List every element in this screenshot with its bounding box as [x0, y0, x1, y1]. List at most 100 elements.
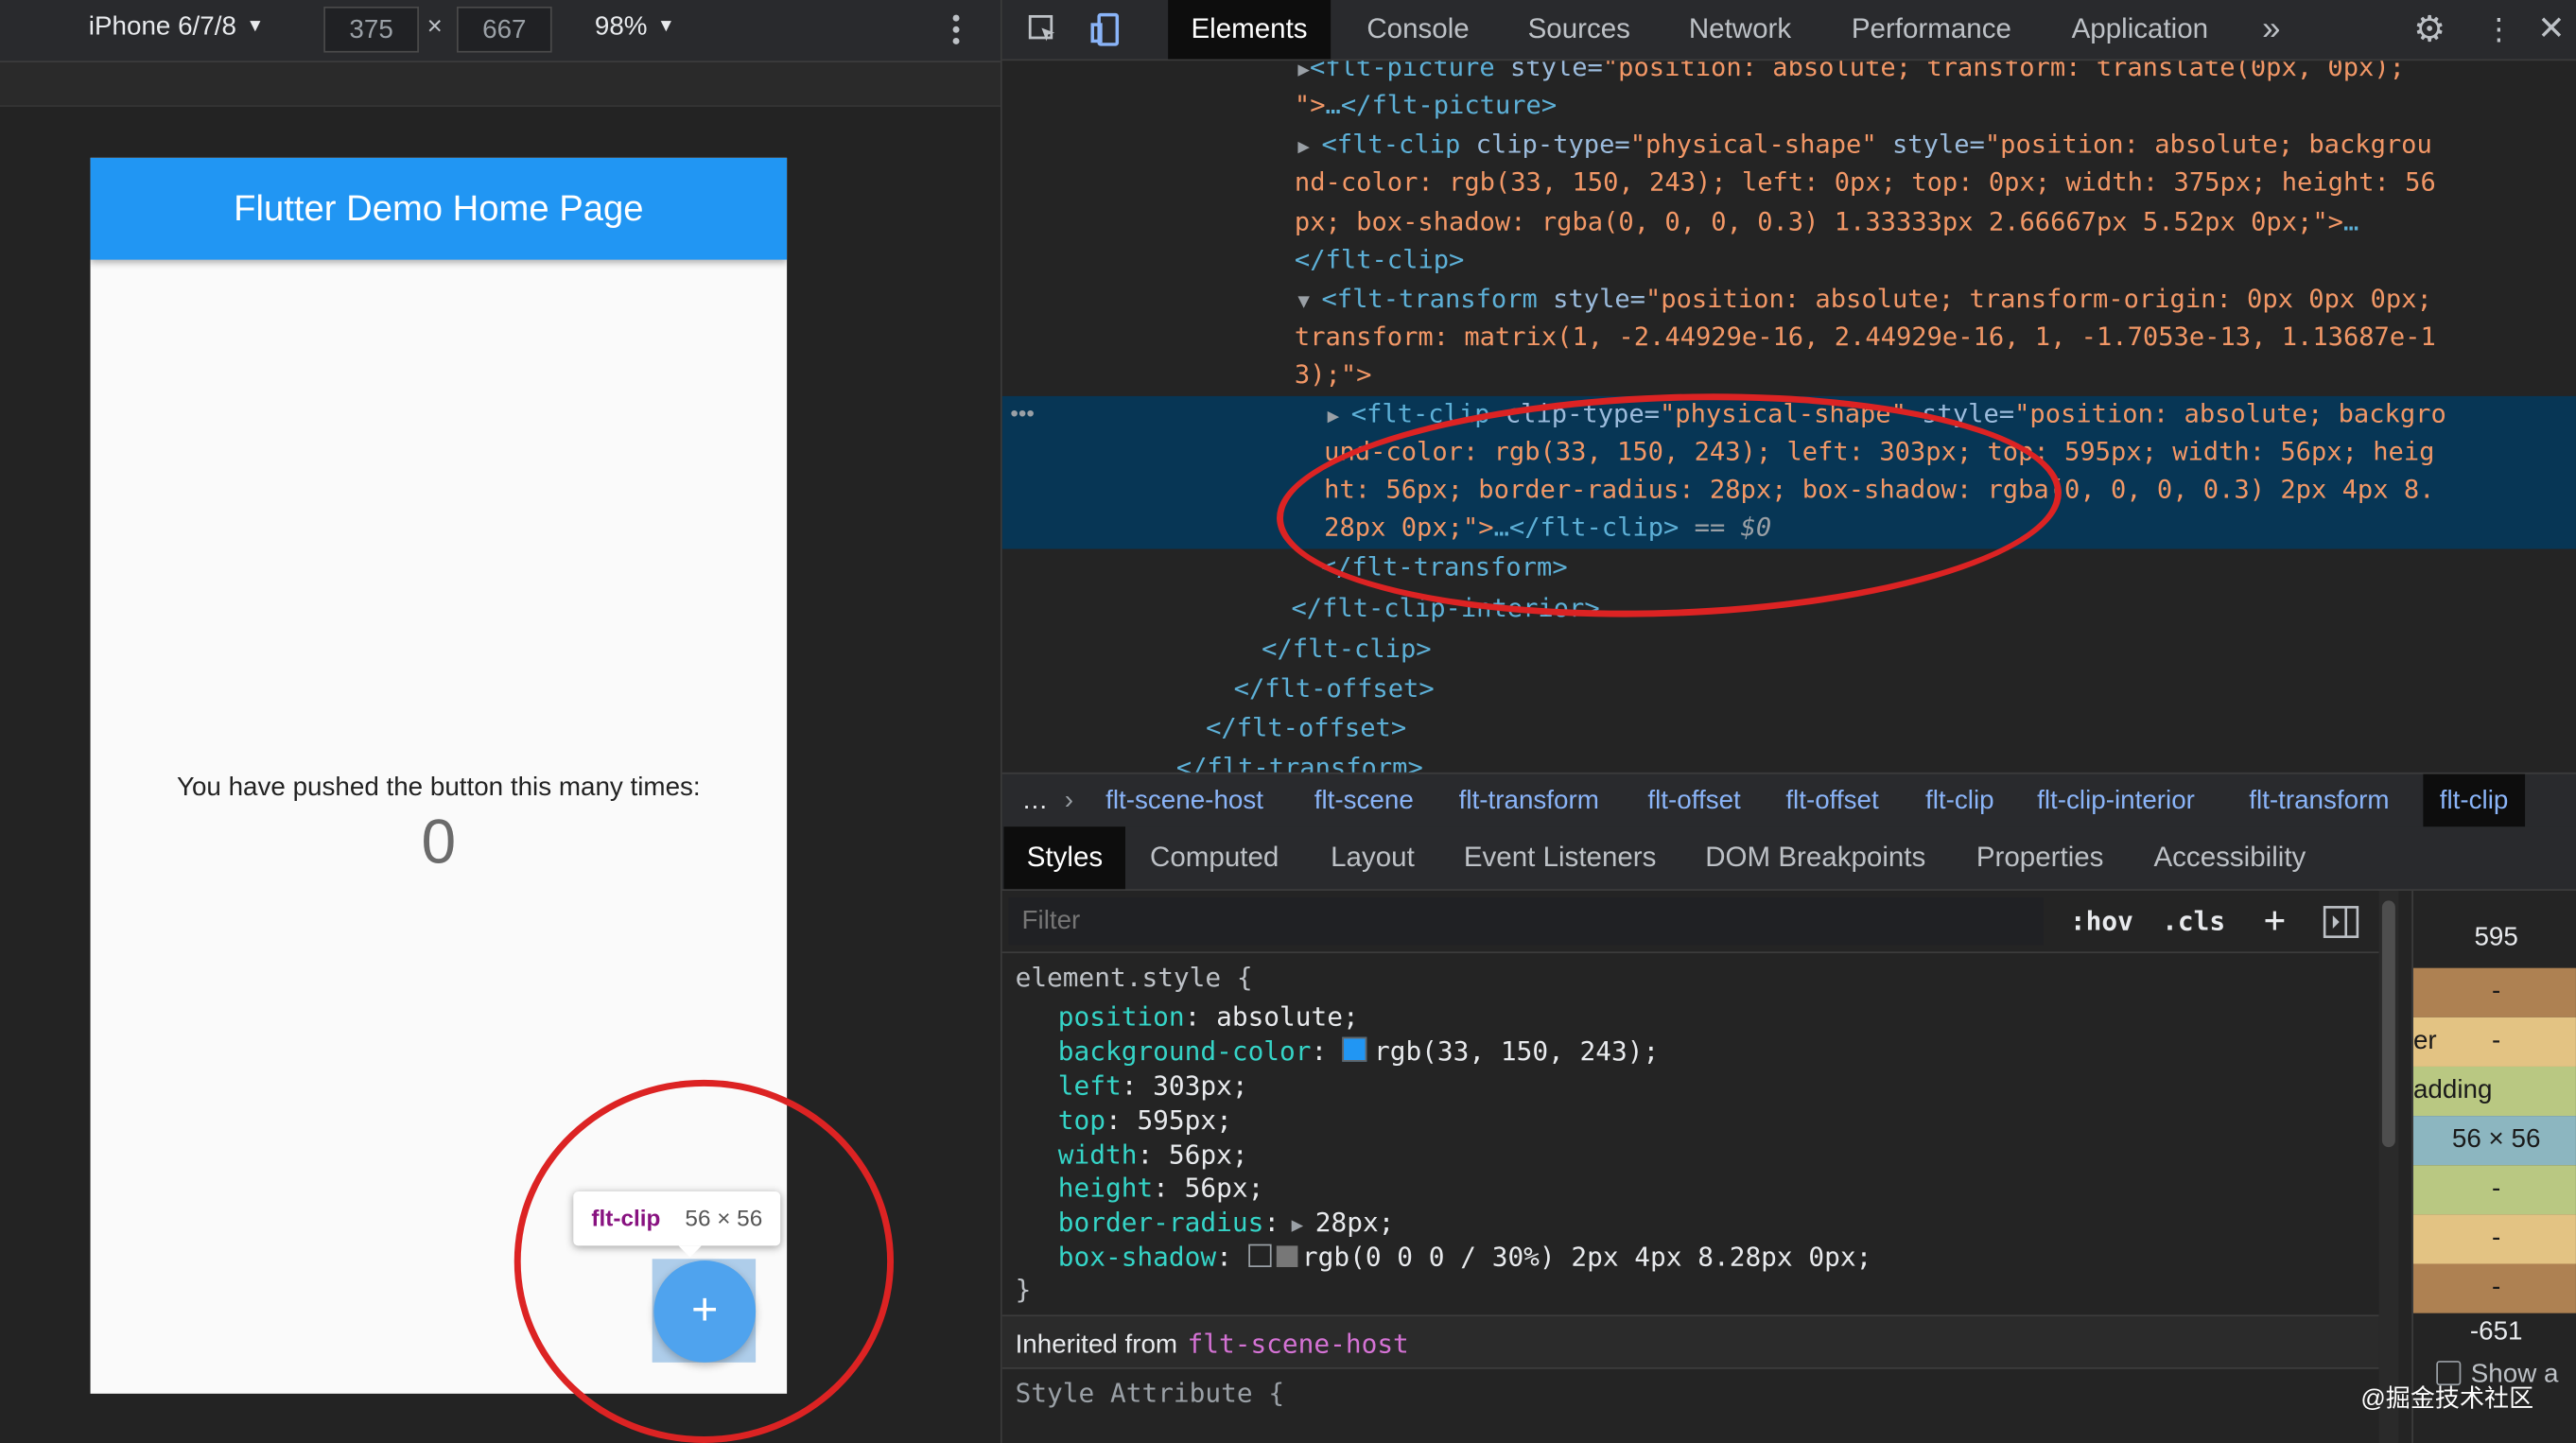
styles-pane: element.style { position: absolute; back… — [1001, 953, 2379, 1443]
settings-gear-icon[interactable]: ⚙ — [2405, 0, 2454, 60]
style-prop-border-radius[interactable]: border-radius: ▶ 28px; — [1058, 1205, 1395, 1243]
node-flt-transform-cont: transform: matrix(1, -2.44929e-16, 2.449… — [1294, 322, 2436, 352]
style-close-brace: } — [1015, 1273, 1032, 1305]
box-model-border-bottom[interactable]: - — [2412, 1214, 2576, 1264]
style-prop-width[interactable]: width: 56px; — [1058, 1138, 1248, 1172]
style-prop-top[interactable]: top: 595px; — [1058, 1103, 1232, 1137]
breadcrumb-more[interactable]: … — [1022, 774, 1049, 828]
app-bar-title: Flutter Demo Home Page — [234, 187, 644, 229]
device-toolbar-icon[interactable] — [1081, 0, 1130, 60]
box-model-top: 595 — [2474, 923, 2518, 952]
zoom-select[interactable]: 98% ▼ — [595, 13, 675, 43]
breadcrumb-sep: › — [1064, 787, 1073, 816]
box-model-content[interactable]: 56 × 56 — [2412, 1116, 2576, 1166]
styles-filter-input[interactable] — [1008, 896, 2045, 946]
breadcrumb-item[interactable]: flt-offset — [1647, 774, 1740, 828]
breadcrumb-item[interactable]: flt-transform — [1459, 774, 1599, 828]
counter-value: 0 — [421, 808, 457, 878]
color-swatch-icon[interactable] — [1342, 1036, 1368, 1062]
tab-event-listeners[interactable]: Event Listeners — [1464, 826, 1657, 889]
tab-sources[interactable]: Sources — [1528, 0, 1630, 60]
new-style-rule-button[interactable]: + — [2264, 891, 2286, 951]
styles-toolbar: :hov .cls + — [1001, 890, 2379, 954]
width-input[interactable]: 375 — [323, 6, 419, 53]
close-icon[interactable]: ✕ — [2527, 0, 2576, 60]
box-model-padding-bottom[interactable]: - — [2412, 1165, 2576, 1215]
node-actions-ellipsis-icon[interactable]: ••• — [1010, 399, 1035, 426]
breadcrumb-item[interactable]: flt-offset — [1785, 774, 1878, 828]
node-close-flt-offset-2: </flt-offset> — [1206, 713, 1407, 743]
node-flt-transform-cont2: 3);"> — [1294, 359, 1372, 390]
annotation-circle-fab — [513, 1079, 895, 1443]
counter-label: You have pushed the button this many tim… — [176, 774, 701, 803]
style-prop-background-color[interactable]: background-color: rgb(33, 150, 243); — [1058, 1034, 1659, 1068]
device-toolbar: iPhone 6/7/8 ▼ 375 × 667 98% ▼ — [0, 0, 1001, 63]
tab-styles[interactable]: Styles — [1003, 826, 1126, 890]
expand-triangle-icon[interactable]: ▶ — [1297, 61, 1310, 80]
class-toggle[interactable]: .cls — [2162, 891, 2225, 951]
color-swatch-icon[interactable] — [1276, 1245, 1297, 1267]
box-model-margin[interactable]: - — [2412, 967, 2576, 1017]
zoom-value: 98% — [594, 12, 648, 42]
tab-accessibility[interactable]: Accessibility — [2153, 826, 2306, 889]
node-close-flt-offset-1: </flt-offset> — [1233, 673, 1435, 704]
tab-properties[interactable]: Properties — [1976, 826, 2104, 889]
more-options-icon[interactable] — [945, 9, 967, 49]
box-model-diagram: 595 - er - adding 56 × 56 - - - -651 Show… — [2411, 890, 2576, 1443]
tab-console[interactable]: Console — [1366, 0, 1469, 60]
times-sign: × — [426, 12, 443, 42]
inherited-header: Inherited from flt-scene-host — [1001, 1314, 2379, 1369]
hover-state-toggle[interactable]: :hov — [2070, 891, 2133, 951]
breadcrumb-item[interactable]: flt-transform — [2249, 774, 2389, 828]
node-flt-picture[interactable]: ▶<flt-picture style="position: absolute;… — [1297, 61, 2405, 89]
node-flt-picture-cont: ">…</flt-picture> — [1294, 90, 1558, 120]
tab-performance[interactable]: Performance — [1852, 0, 2011, 60]
watermark-text: @掘金技术社区 — [2360, 1385, 2534, 1414]
toggle-sidebar-icon[interactable] — [2323, 891, 2359, 951]
box-model-border[interactable]: er - — [2412, 1017, 2576, 1067]
tab-elements[interactable]: Elements — [1168, 0, 1331, 60]
breadcrumb-item-active[interactable]: flt-clip — [2423, 774, 2525, 828]
inspect-element-icon[interactable] — [1018, 0, 1068, 60]
more-tabs-icon[interactable]: » — [2262, 0, 2280, 60]
style-prop-box-shadow[interactable]: box-shadow: rgb(0 0 0 / 30%) 2px 4px 8.2… — [1058, 1239, 1872, 1273]
inherited-link[interactable]: flt-scene-host — [1188, 1328, 1409, 1359]
node-flt-transform[interactable]: ▼ <flt-transform style="position: absolu… — [1297, 281, 2431, 322]
height-input[interactable]: 667 — [456, 6, 552, 53]
customize-menu-icon[interactable]: ⋮ — [2474, 0, 2523, 60]
style-attribute-rule: Style Attribute { — [1015, 1377, 1285, 1409]
tab-network[interactable]: Network — [1689, 0, 1791, 60]
breadcrumb-item[interactable]: flt-clip — [1925, 774, 1994, 828]
tab-dom-breakpoints[interactable]: DOM Breakpoints — [1705, 826, 1925, 889]
tab-layout[interactable]: Layout — [1331, 826, 1415, 889]
breadcrumb-item[interactable]: flt-clip-interior — [2037, 774, 2195, 828]
device-name: iPhone 6/7/8 — [88, 12, 236, 42]
node-flt-clip-close: </flt-clip> — [1294, 244, 1465, 275]
sidebar-tabs: Styles Computed Layout Event Listeners D… — [1001, 826, 2576, 891]
node-flt-clip-appbar[interactable]: ▶ <flt-clip clip-type="physical-shape" s… — [1297, 127, 2431, 167]
devtools-tabbar: Elements Console Sources Network Perform… — [1001, 0, 2576, 61]
shadow-editor-icon[interactable] — [1247, 1243, 1271, 1267]
device-select[interactable]: iPhone 6/7/8 ▼ — [89, 13, 264, 43]
dropdown-caret-icon: ▼ — [656, 16, 675, 37]
style-prop-left[interactable]: left: 303px; — [1058, 1069, 1248, 1103]
box-model-bottom: -651 — [2469, 1317, 2523, 1347]
box-model-padding-label: adding — [2412, 1076, 2493, 1104]
dropdown-caret-icon: ▼ — [246, 16, 265, 37]
scrollbar-thumb[interactable] — [2381, 900, 2395, 1148]
style-prop-height[interactable]: height: 56px; — [1058, 1170, 1264, 1204]
node-close-flt-clip: </flt-clip> — [1262, 634, 1432, 665]
tab-computed[interactable]: Computed — [1150, 826, 1279, 889]
elements-tree: ••• ▶<flt-picture style="position: absol… — [1001, 61, 2576, 773]
style-prop-position[interactable]: position: absolute; — [1058, 1000, 1359, 1034]
node-close-flt-transform-2: </flt-transform> — [1175, 753, 1423, 773]
collapse-triangle-icon[interactable]: ▼ — [1297, 289, 1321, 312]
expand-triangle-icon[interactable]: ▶ — [1328, 405, 1351, 427]
breadcrumb-item[interactable]: flt-scene — [1314, 774, 1414, 828]
box-model-margin-bottom[interactable]: - — [2412, 1263, 2576, 1313]
breadcrumb-item[interactable]: flt-scene-host — [1105, 774, 1263, 828]
box-model-padding[interactable]: adding — [2412, 1066, 2576, 1117]
tab-application[interactable]: Application — [2072, 0, 2208, 60]
expand-triangle-icon[interactable]: ▶ — [1297, 135, 1321, 158]
expand-triangle-icon[interactable]: ▶ — [1279, 1213, 1315, 1236]
